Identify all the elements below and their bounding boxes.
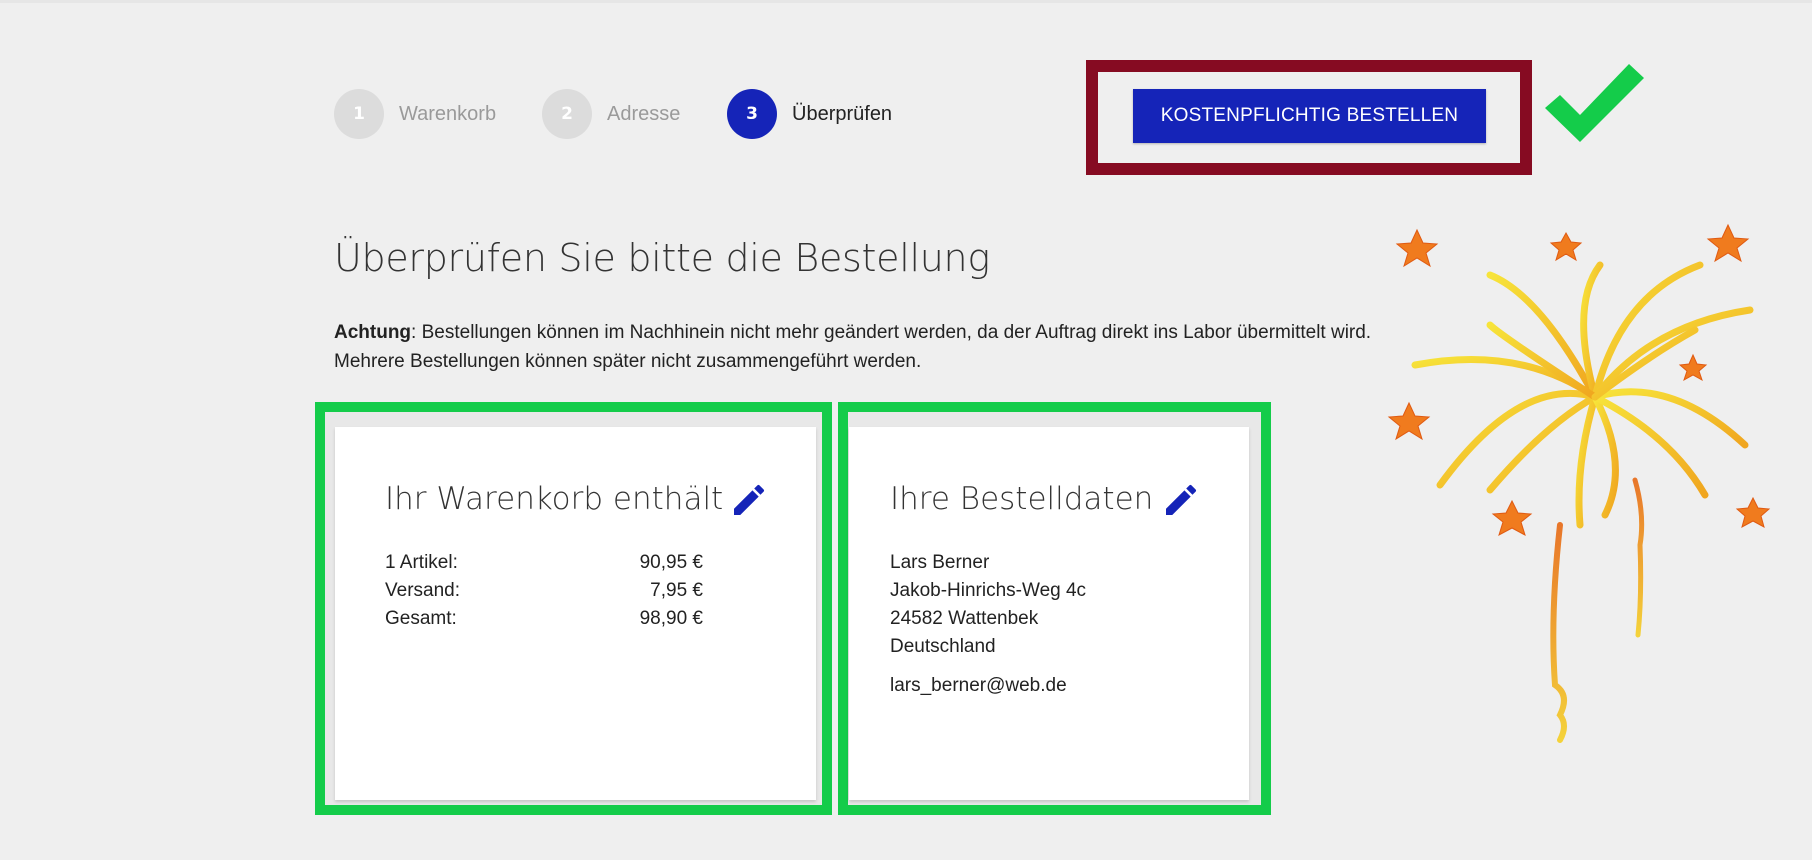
cart-row-value: 90,95 € [639, 552, 703, 573]
step-label: Warenkorb [399, 102, 497, 125]
customer-street: Jakob-Hinrichs-Weg 4c [890, 580, 1087, 601]
fireworks-illustration [1387, 223, 1771, 743]
step-label: Adresse [607, 102, 681, 125]
order-button[interactable]: KOSTENPFLICHTIG BESTELLEN [1133, 89, 1486, 143]
customer-name: Lars Berner [890, 552, 990, 573]
cart-row: Gesamt: 98,90 € [385, 605, 703, 633]
step-number: 2 [542, 89, 592, 139]
cart-card-title: Ihr Warenkorb enthält [385, 481, 724, 517]
customer-country: Deutschland [890, 636, 996, 657]
top-border [0, 0, 1812, 3]
step-address[interactable]: 2 Adresse [542, 89, 680, 139]
pencil-icon[interactable] [729, 480, 769, 520]
cart-card: Ihr Warenkorb enthält 1 Artikel: 90,95 €… [335, 427, 816, 800]
cart-row-value: 7,95 € [650, 580, 703, 601]
customer-city: 24582 Wattenbek [890, 608, 1039, 629]
cart-row-label: 1 Artikel: [385, 552, 458, 573]
cart-row-value: 98,90 € [639, 608, 703, 629]
step-label: Überprüfen [792, 102, 893, 125]
cart-row-label: Gesamt: [385, 608, 457, 629]
checkmark-icon [1545, 64, 1644, 142]
notice-bold: Achtung [334, 322, 412, 343]
customer-email: lars_berner@web.de [890, 675, 1067, 696]
step-review: 3 Überprüfen [727, 89, 892, 139]
step-number: 3 [727, 89, 777, 139]
order-card-title: Ihre Bestelldaten [890, 481, 1154, 517]
page-title: Überprüfen Sie bitte die Bestellung [334, 236, 990, 280]
cart-row: 1 Artikel: 90,95 € [385, 549, 703, 577]
notice-text: Achtung: Bestellungen können im Nachhine… [334, 318, 1484, 376]
order-data-card: Ihre Bestelldaten Lars Berner Jakob-Hinr… [849, 427, 1249, 800]
pencil-icon[interactable] [1161, 480, 1201, 520]
cart-row-label: Versand: [385, 580, 460, 601]
cart-row: Versand: 7,95 € [385, 577, 703, 605]
step-number: 1 [334, 89, 384, 139]
step-cart[interactable]: 1 Warenkorb [334, 89, 496, 139]
notice-line-1: : Bestellungen können im Nachhinein nich… [411, 322, 1372, 343]
notice-line-2: Mehrere Bestellungen können später nicht… [334, 351, 922, 372]
